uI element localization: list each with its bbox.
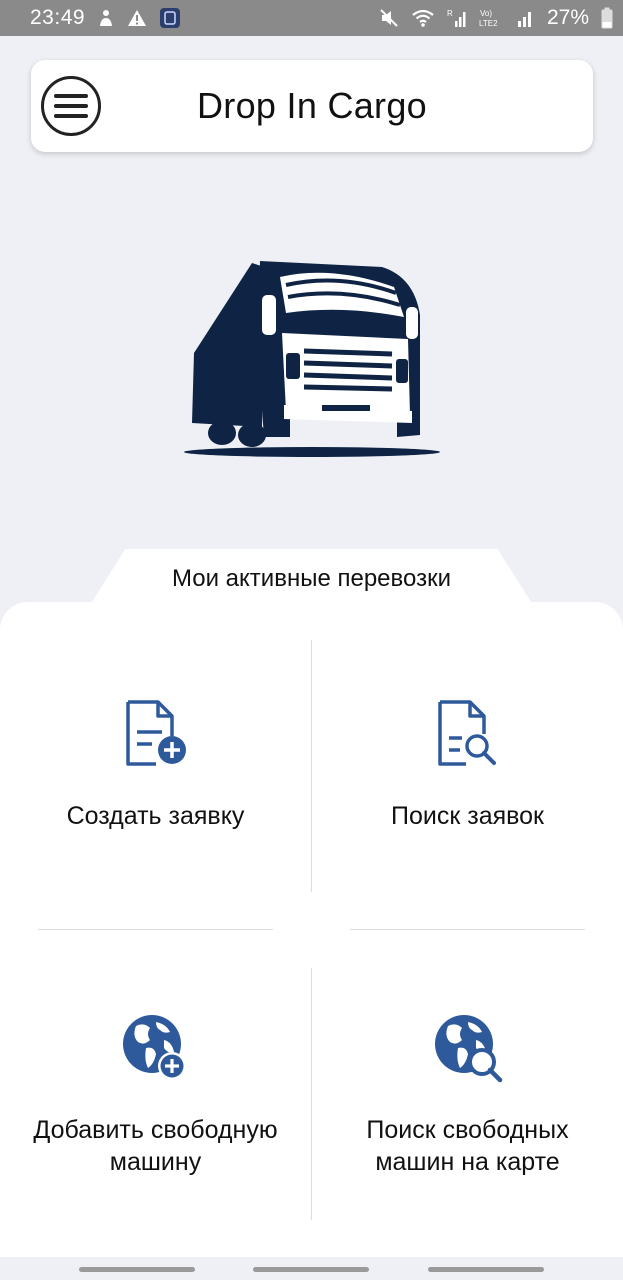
status-left: 23:49 bbox=[30, 6, 181, 30]
svg-text:Vo): Vo) bbox=[480, 9, 492, 18]
battery-icon bbox=[601, 7, 613, 29]
app-badge-icon bbox=[159, 7, 181, 29]
globe-add-icon bbox=[122, 1015, 186, 1080]
signal-r-icon: R bbox=[447, 8, 467, 28]
globe-search-icon bbox=[434, 1015, 502, 1083]
signal-icon bbox=[517, 8, 535, 28]
main-panel: Создать заявку Поиск заявок Добавить сво bbox=[0, 602, 623, 1257]
person-alert-icon bbox=[97, 8, 115, 28]
menu-button[interactable] bbox=[41, 76, 101, 136]
active-trips-tab[interactable]: Мои активные перевозки bbox=[90, 549, 533, 605]
search-trucks-map-label: Поиск свободных машин на карте bbox=[366, 1116, 569, 1176]
nav-home-handle[interactable] bbox=[253, 1267, 369, 1272]
warning-icon bbox=[127, 9, 147, 27]
document-search-icon bbox=[437, 700, 496, 766]
status-bar: 23:49 R Vo) LTE2 27% bbox=[0, 0, 623, 36]
create-request-label: Создать заявку bbox=[66, 802, 245, 830]
nav-back-handle[interactable] bbox=[428, 1267, 544, 1272]
hamburger-menu-icon bbox=[54, 94, 88, 118]
status-time: 23:49 bbox=[30, 6, 86, 29]
search-trucks-map-button[interactable]: Поиск свободных машин на карте bbox=[312, 1012, 623, 1178]
add-free-truck-label: Добавить свободную машину bbox=[33, 1116, 278, 1176]
divider-horizontal-left bbox=[38, 929, 273, 930]
status-right: R Vo) LTE2 27% bbox=[379, 6, 613, 30]
navigation-bar bbox=[0, 1257, 623, 1280]
truck-icon bbox=[182, 255, 442, 460]
add-free-truck-button[interactable]: Добавить свободную машину bbox=[0, 1012, 311, 1178]
battery-percent: 27% bbox=[546, 6, 589, 29]
app-header: Drop In Cargo bbox=[31, 60, 593, 152]
document-add-icon bbox=[125, 700, 186, 766]
nav-recents-handle[interactable] bbox=[79, 1267, 195, 1272]
svg-text:R: R bbox=[447, 9, 453, 18]
volte-lte2-icon: Vo) LTE2 bbox=[479, 7, 505, 29]
svg-text:LTE2: LTE2 bbox=[479, 19, 498, 28]
search-requests-label: Поиск заявок bbox=[391, 802, 544, 830]
mute-icon bbox=[379, 8, 399, 28]
wifi-icon bbox=[411, 8, 435, 28]
app-title: Drop In Cargo bbox=[196, 85, 427, 126]
divider-horizontal-right bbox=[350, 929, 585, 930]
create-request-button[interactable]: Создать заявку bbox=[0, 698, 311, 832]
search-requests-button[interactable]: Поиск заявок bbox=[312, 698, 623, 832]
active-trips-label: Мои активные перевозки bbox=[172, 565, 451, 592]
